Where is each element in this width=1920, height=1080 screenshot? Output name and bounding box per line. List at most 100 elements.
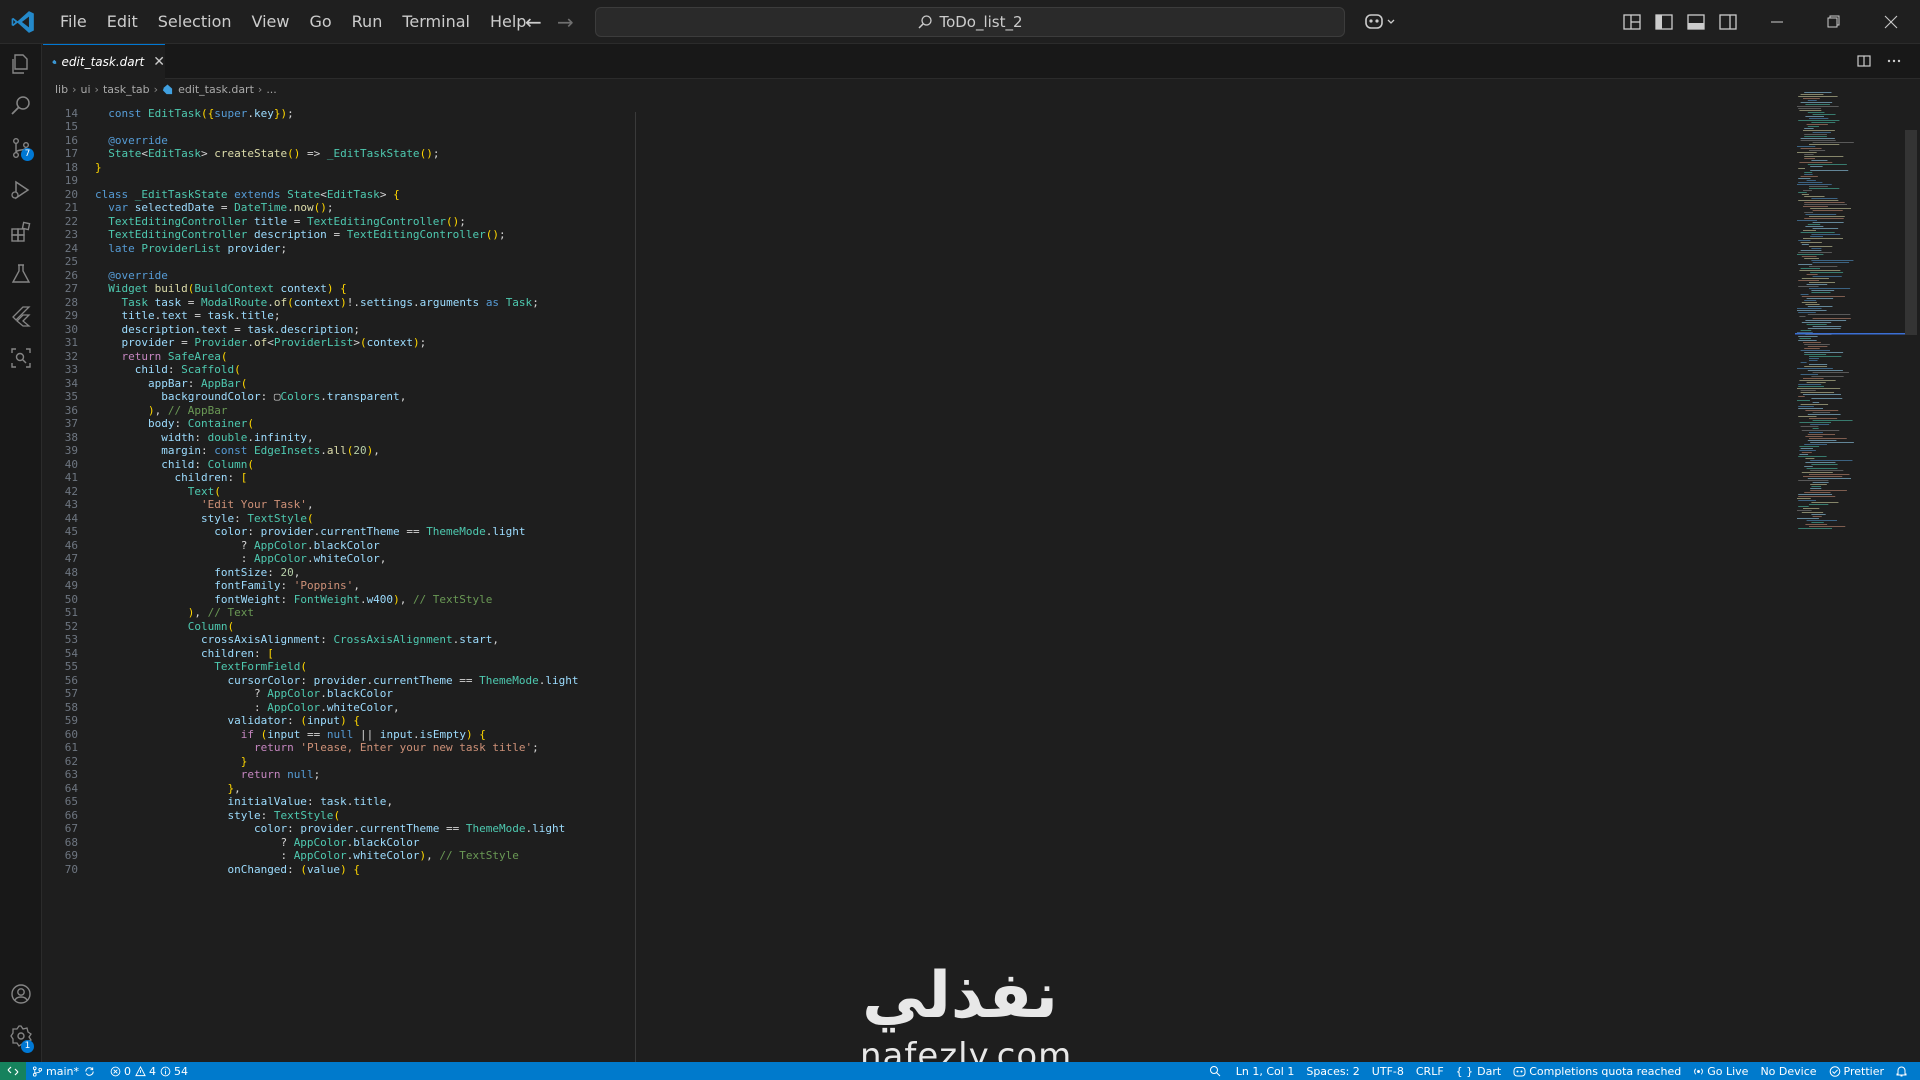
minimap-line [1800, 392, 1835, 393]
minimap-line [1798, 192, 1807, 193]
code-text: children: [ [200, 646, 274, 660]
minimap-line [1805, 320, 1847, 321]
minimap-line [1798, 168, 1805, 169]
split-editor-icon[interactable] [1856, 53, 1872, 69]
go-live-button[interactable]: Go Live [1687, 1062, 1754, 1080]
accounts-icon[interactable] [9, 982, 33, 1006]
language-mode[interactable]: { } Dart [1450, 1062, 1508, 1080]
minimap-line [1798, 252, 1832, 253]
copilot-icon[interactable] [1363, 10, 1397, 34]
vertical-scrollbar[interactable] [1905, 130, 1917, 335]
minimap-line [1799, 446, 1820, 447]
tab-close-icon[interactable]: ✕ [153, 54, 165, 70]
flutter-icon[interactable] [9, 304, 33, 328]
breadcrumb-lib[interactable]: lib [55, 83, 68, 96]
extensions-icon[interactable] [9, 220, 33, 244]
minimap-line [1810, 470, 1844, 471]
minimap-line [1797, 400, 1810, 401]
code-editor[interactable]: 11class EditTask extends StatefulWidget … [43, 100, 1920, 1062]
cursor-position[interactable]: Ln 1, Col 1 [1230, 1062, 1301, 1080]
customize-layout-icon[interactable] [1622, 12, 1642, 32]
minimap-line [1804, 174, 1813, 175]
minimap-line [1806, 274, 1818, 275]
minimap-line [1812, 516, 1822, 517]
minimap[interactable] [1795, 90, 1905, 530]
copilot-status[interactable]: Completions quota reached [1507, 1062, 1687, 1080]
menu-go[interactable]: Go [299, 7, 341, 37]
minimap-line [1812, 482, 1829, 483]
breadcrumb-task-tab[interactable]: task_tab [103, 83, 150, 96]
toggle-secondary-sidebar-icon[interactable] [1718, 12, 1738, 32]
minimap-line [1809, 266, 1838, 267]
minimap-line [1809, 144, 1840, 145]
minimap-line [1799, 450, 1816, 451]
menu-terminal[interactable]: Terminal [392, 7, 480, 37]
close-window-icon[interactable] [1876, 8, 1906, 36]
menu-selection[interactable]: Selection [148, 7, 242, 37]
toggle-primary-sidebar-icon[interactable] [1654, 12, 1674, 32]
minimap-line [1801, 256, 1817, 257]
minimap-cursor-line [1795, 333, 1905, 335]
prettier-status[interactable]: Prettier [1823, 1062, 1890, 1080]
minimap-line [1797, 388, 1841, 389]
breadcrumb-symbol[interactable]: ... [266, 83, 277, 96]
minimap-line [1811, 260, 1854, 261]
minimap-line [1800, 268, 1821, 269]
minimap-line [1798, 200, 1839, 201]
search-icon[interactable] [9, 94, 33, 118]
tab-edit-task-dart[interactable]: edit_task.dart ✕ [43, 44, 165, 79]
notifications-button[interactable] [1890, 1062, 1916, 1080]
restore-icon[interactable] [1818, 8, 1848, 36]
breadcrumb-ui[interactable]: ui [81, 83, 91, 96]
breadcrumb-file[interactable]: edit_task.dart [178, 83, 254, 96]
minimap-line [1801, 430, 1840, 431]
minimap-line [1807, 414, 1841, 415]
minimap-line [1812, 132, 1831, 133]
explorer-icon[interactable] [9, 52, 33, 76]
minimap-line [1811, 290, 1835, 291]
code-text: appBar: AppBar( [147, 376, 248, 390]
remote-window-button[interactable] [0, 1062, 26, 1080]
minimap-line [1798, 480, 1829, 481]
manage-badge: 1 [21, 1040, 34, 1053]
sync-icon[interactable] [84, 1066, 95, 1077]
minimap-line [1812, 276, 1842, 277]
minimap-line [1798, 108, 1822, 109]
minimap-line [1809, 216, 1845, 217]
minimap-line [1806, 180, 1816, 181]
menu-edit[interactable]: Edit [97, 7, 148, 37]
minimap-line [1809, 186, 1828, 187]
minimap-line [1803, 230, 1816, 231]
testing-flask-icon[interactable] [9, 262, 33, 286]
problems-indicator[interactable]: 0 4 54 [104, 1062, 194, 1080]
minimap-line [1812, 210, 1843, 211]
device-selector[interactable]: No Device [1754, 1062, 1822, 1080]
back-arrow-icon[interactable]: ← [525, 10, 542, 34]
minimap-line [1800, 176, 1818, 177]
more-actions-icon[interactable] [1886, 53, 1902, 69]
toggle-panel-icon[interactable] [1686, 12, 1706, 32]
command-center-search[interactable]: ToDo_list_2 [595, 7, 1345, 37]
forward-arrow-icon[interactable]: → [557, 10, 574, 34]
code-text: backgroundColor: ▢Colors.transparent, [161, 390, 407, 403]
minimize-icon[interactable] [1762, 8, 1792, 36]
file-encoding[interactable]: UTF-8 [1366, 1062, 1410, 1080]
minimap-line [1809, 118, 1829, 119]
run-debug-icon[interactable] [9, 178, 33, 202]
svg-text:نفذلي: نفذلي [862, 959, 1058, 1033]
minimap-line [1804, 218, 1844, 219]
zoom-indicator[interactable] [1203, 1062, 1230, 1080]
chevron-right-icon: › [153, 82, 159, 96]
indentation[interactable]: Spaces: 2 [1300, 1062, 1365, 1080]
branch-indicator[interactable]: main* [26, 1062, 104, 1080]
end-of-line[interactable]: CRLF [1410, 1062, 1450, 1080]
menu-view[interactable]: View [242, 7, 300, 37]
minimap-line [1803, 98, 1820, 99]
code-text: child: Column( [161, 457, 254, 471]
menu-run[interactable]: Run [342, 7, 393, 37]
menu-file[interactable]: File [50, 7, 97, 37]
remote-explorer-icon[interactable] [9, 346, 33, 370]
minimap-line [1800, 250, 1822, 251]
minimap-line [1804, 352, 1844, 353]
branch-name: main* [46, 1064, 79, 1078]
